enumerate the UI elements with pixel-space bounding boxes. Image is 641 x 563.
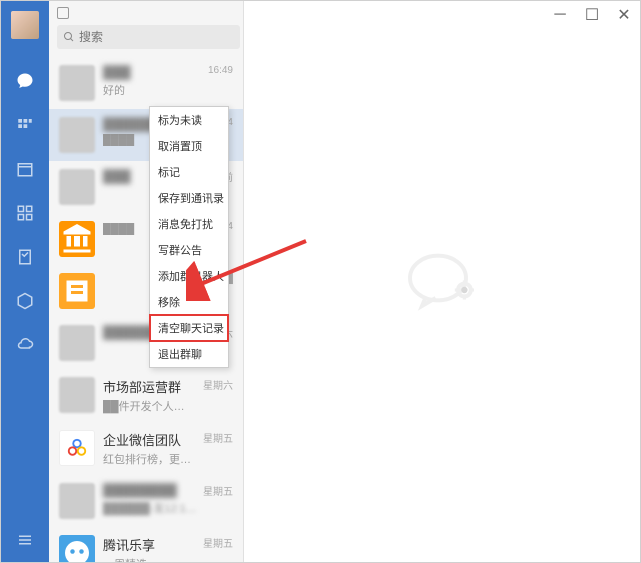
minimize-button[interactable]: ─ <box>544 1 576 29</box>
chat-avatar <box>59 430 95 466</box>
contacts-icon[interactable] <box>15 115 35 135</box>
chat-avatar <box>59 325 95 361</box>
search-icon <box>63 31 75 43</box>
menu-icon[interactable] <box>15 530 35 550</box>
chat-avatar <box>59 169 95 205</box>
chat-avatar <box>59 483 95 519</box>
chat-preview: ██████-发12:1… <box>103 500 199 516</box>
context-menu-item[interactable]: 移除 <box>150 289 228 315</box>
chat-item[interactable]: 市场部运营群 ██件开发个人… 星期六 <box>49 369 243 422</box>
main-content: ─ ☐ ✕ <box>244 1 640 562</box>
chat-preview: 红包排行榜，更进入… <box>103 451 199 467</box>
cloud-icon[interactable] <box>15 335 35 355</box>
chat-item[interactable]: 腾讯乐享 一周精选 星期五 <box>49 527 243 562</box>
chat-time: 星期五 <box>203 535 233 562</box>
chat-item[interactable]: ████████ ██████-发12:1… 星期五 <box>49 475 243 527</box>
chat-avatar <box>59 535 95 562</box>
context-menu-item[interactable]: 保存到通讯录 <box>150 185 228 211</box>
chat-time: 星期五 <box>203 483 233 519</box>
context-menu-item[interactable]: 写群公告 <box>150 237 228 263</box>
chat-item[interactable]: ███ 好的 16:49 <box>49 57 243 109</box>
context-menu-item[interactable]: 添加群机器人 <box>150 263 228 289</box>
chat-time: 星期六 <box>203 377 233 414</box>
context-menu-item[interactable]: 清空聊天记录 <box>150 315 228 341</box>
chat-name: 市场部运营群 <box>103 377 199 396</box>
chat-preview: 好的 <box>103 82 204 98</box>
chat-item[interactable]: 企业微信团队 红包排行榜，更进入… 星期五 <box>49 422 243 475</box>
chat-avatar <box>59 65 95 101</box>
close-button[interactable]: ✕ <box>608 1 640 29</box>
chat-name: ████████ <box>103 483 199 498</box>
context-menu-item[interactable]: 消息免打扰 <box>150 211 228 237</box>
chat-icon[interactable] <box>15 71 35 91</box>
search-input[interactable] <box>57 25 240 49</box>
chat-name: 腾讯乐享 <box>103 535 199 554</box>
chat-avatar <box>59 273 95 309</box>
chat-preview: ██件开发个人… <box>103 398 199 414</box>
chat-list-panel: + ███ 好的 16:49 ███████ ████ 15:24 ███ 21… <box>49 1 244 562</box>
chat-name: 企业微信团队 <box>103 430 199 449</box>
doc-icon[interactable] <box>15 247 35 267</box>
chat-avatar <box>59 221 95 257</box>
box-icon[interactable] <box>15 291 35 311</box>
left-sidebar <box>1 1 49 562</box>
chat-preview: 一周精选 <box>103 556 199 562</box>
user-avatar[interactable] <box>11 11 39 39</box>
maximize-button[interactable]: ☐ <box>576 1 608 29</box>
apps-icon[interactable] <box>15 203 35 223</box>
chat-time: 星期五 <box>203 430 233 467</box>
calendar-icon[interactable] <box>15 159 35 179</box>
empty-chat-icon <box>402 242 482 322</box>
chat-time: 16:49 <box>208 65 233 101</box>
context-menu-item[interactable]: 标记 <box>150 159 228 185</box>
chat-avatar <box>59 377 95 413</box>
context-menu-item[interactable]: 标为未读 <box>150 107 228 133</box>
context-menu-item[interactable]: 退出群聊 <box>150 341 228 367</box>
status-dot <box>57 7 69 19</box>
context-menu-item[interactable]: 取消置顶 <box>150 133 228 159</box>
chat-avatar <box>59 117 95 153</box>
context-menu: 标为未读取消置顶标记保存到通讯录消息免打扰写群公告添加群机器人移除清空聊天记录退… <box>149 106 229 368</box>
chat-name: ███ <box>103 65 204 80</box>
